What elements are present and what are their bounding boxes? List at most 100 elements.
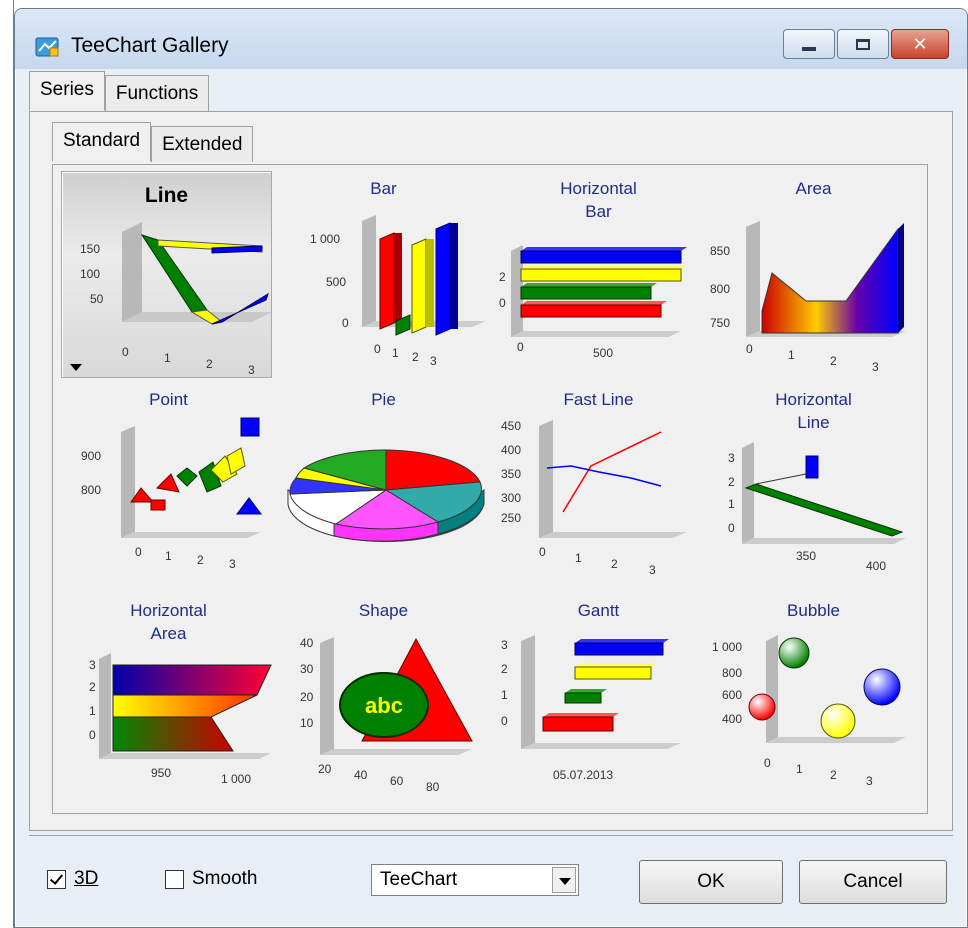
tick-label: 3	[649, 563, 656, 577]
bar-thumbnail: 1 000 500 0 0 1 2 3	[310, 215, 486, 368]
gallery-item-horizontal-area[interactable]: 3 2 1 0 950 1 000 Horizontal Area	[61, 593, 276, 804]
main-tab-strip: Series Functions	[29, 71, 210, 111]
gallery-item-label: Shape	[358, 601, 409, 620]
gallery-item-label: Horizontal Line	[775, 390, 852, 432]
gallery-item-point[interactable]: 900 800 0 1 2 3 Point	[61, 382, 276, 593]
tick-label: 800	[81, 483, 101, 497]
gallery-item-label: Horizontal Bar	[560, 179, 637, 221]
tick-label: 60	[390, 774, 404, 788]
shape-thumbnail: 40 30 20 10 20 40 60 80 abc	[300, 636, 473, 794]
tick-label: 450	[501, 419, 521, 433]
gantt-thumbnail: 3 2 1 0 05.07.2013	[501, 635, 681, 782]
title-bar[interactable]: TeeChart Gallery ✕	[15, 9, 967, 69]
three-d-label: 3D	[74, 868, 99, 889]
tick-label: 400	[866, 559, 886, 573]
gallery-item-pie[interactable]: Pie	[276, 382, 491, 593]
gallery-item-shape[interactable]: 40 30 20 10 20 40 60 80 abc Shape	[276, 593, 491, 804]
tick-label: 0	[135, 545, 142, 559]
gallery-item-horizontal-bar[interactable]: 2 0 0 500 Horizontal Bar	[491, 171, 706, 382]
tick-label: 0	[539, 545, 546, 559]
gallery-item-fast-line[interactable]: 450 400 350 300 250 0 1 2 3 Fast Line	[491, 382, 706, 593]
tick-label: 05.07.2013	[553, 768, 613, 782]
chart-gallery: 150 1 0 0 50 0 1 2 3 Line 1 000 500 0 0 1 …	[61, 171, 921, 805]
standard-panel: 150 1 0 0 50 0 1 2 3 Line 1 000 500 0 0 1 …	[52, 164, 928, 814]
tick-label: 1	[575, 551, 582, 565]
tick-label: 300	[501, 491, 521, 505]
tab-extended[interactable]: Extended	[151, 126, 254, 162]
tab-standard[interactable]: Standard	[52, 122, 152, 162]
tick-label: 2	[412, 350, 419, 364]
chevron-down-icon[interactable]	[552, 867, 576, 893]
tab-series[interactable]: Series	[29, 71, 105, 111]
tick-label: 50	[90, 292, 104, 306]
tick-label: 2	[830, 354, 837, 368]
minimize-icon	[802, 47, 816, 51]
teechart-app-icon	[35, 37, 59, 57]
tick-label: 0	[728, 521, 735, 535]
gallery-item-label: Bar	[370, 179, 397, 198]
tab-functions[interactable]: Functions	[104, 75, 210, 111]
three-d-checkbox[interactable]: 3D	[47, 868, 98, 890]
tick-label: 0	[89, 728, 96, 742]
tick-label: 400	[501, 443, 521, 457]
tick-label: 2	[499, 270, 506, 284]
tick-label: 1	[392, 346, 399, 360]
tick-label: 3	[872, 360, 879, 374]
tick-label: 30	[300, 662, 314, 676]
gallery-item-gantt[interactable]: 3 2 1 0 05.07.2013 Gantt	[491, 593, 706, 804]
tick-label: 0	[122, 345, 129, 359]
tick-label: 800	[722, 666, 742, 680]
tick-label: 1	[164, 351, 171, 365]
gallery-item-line[interactable]: 150 100 50 0 1 2 3 Line	[61, 171, 272, 378]
shape-text: abc	[365, 693, 403, 718]
tick-label: 3	[501, 638, 508, 652]
tick-label: 350	[501, 467, 521, 481]
tick-label: 1	[796, 762, 803, 776]
pie-thumbnail	[287, 449, 485, 542]
tick-label: 0	[517, 340, 524, 354]
tick-label: 0	[501, 714, 508, 728]
gallery-item-label: Fast Line	[563, 390, 634, 409]
minimize-button[interactable]	[783, 29, 835, 59]
tick-label: 40	[354, 768, 368, 782]
point-thumbnail: 900 800 0 1 2 3	[81, 417, 262, 571]
gallery-item-label: Bubble	[787, 601, 840, 620]
tick-label: 2	[830, 768, 837, 782]
tick-label: 850	[710, 244, 730, 258]
ok-button[interactable]: OK	[639, 860, 783, 904]
tick-label: 0	[499, 296, 506, 310]
cancel-button[interactable]: Cancel	[799, 860, 947, 904]
gallery-item-horizontal-line[interactable]: 3 2 1 0 350 400 Horizontal Line	[706, 382, 921, 593]
tick-label: 0	[764, 756, 771, 770]
gallery-item-label: Point	[149, 390, 188, 409]
gallery-item-bubble[interactable]: 1 000 800 600 400 0 1 2 3 Bubble	[706, 593, 921, 804]
sub-tab-strip: Standard Extended	[52, 122, 254, 162]
tick-label: 20	[300, 690, 314, 704]
tick-label: 800	[710, 282, 730, 296]
close-icon: ✕	[912, 33, 928, 55]
gallery-item-label: Horizontal Area	[130, 601, 207, 643]
teechart-gallery-dialog: TeeChart Gallery ✕ Series Functions Stan…	[14, 8, 968, 928]
tick-label: 400	[722, 712, 742, 726]
tick-label: 900	[81, 449, 101, 463]
theme-select[interactable]: TeeChart	[371, 864, 579, 896]
tick-label: 3	[89, 658, 96, 672]
tick-label: 40	[300, 636, 314, 650]
dropdown-arrow-icon[interactable]	[70, 364, 82, 371]
close-button[interactable]: ✕	[891, 29, 949, 59]
tick-label: 80	[426, 780, 440, 794]
tick-label: 0	[746, 342, 753, 356]
maximize-button[interactable]	[837, 29, 889, 59]
checkbox-unchecked-icon[interactable]	[165, 869, 184, 889]
tick-label: 150	[80, 242, 100, 256]
tick-label: 1	[788, 348, 795, 362]
fast-line-thumbnail: 450 400 350 300 250 0 1 2 3	[501, 419, 687, 577]
smooth-checkbox[interactable]: Smooth	[165, 868, 257, 890]
tick-label: 500	[593, 346, 613, 360]
tick-label: 3	[229, 557, 236, 571]
gallery-item-area[interactable]: 850 800 750 0 1 2 3 Area	[706, 171, 921, 382]
gallery-item-bar[interactable]: 1 000 500 0 0 1 2 3 Bar	[276, 171, 491, 382]
checkbox-checked-icon[interactable]	[47, 869, 66, 889]
smooth-label: Smooth	[192, 868, 258, 889]
tick-label: 2	[197, 553, 204, 567]
